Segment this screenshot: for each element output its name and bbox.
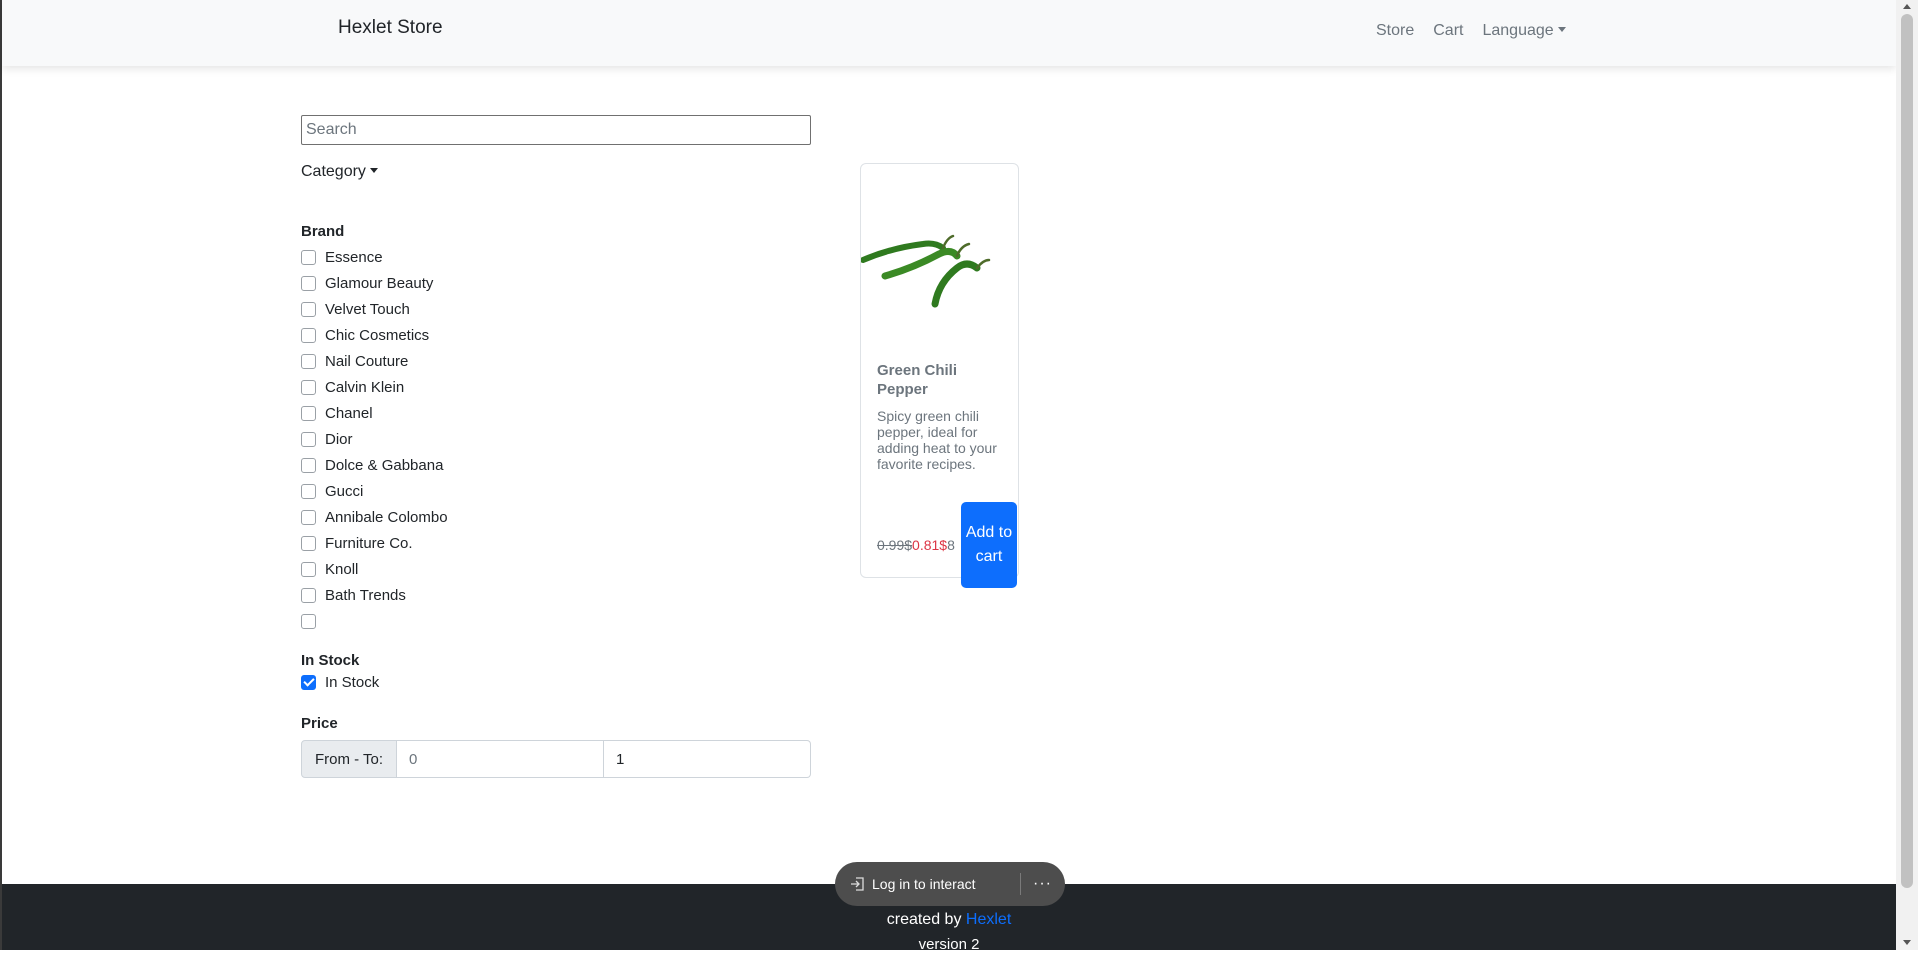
brand-label: Nail Couture bbox=[325, 352, 409, 370]
brand-label: Knoll bbox=[325, 560, 359, 578]
nav-cart-link[interactable]: Cart bbox=[1433, 22, 1463, 40]
vertical-scrollbar[interactable] bbox=[1896, 0, 1918, 950]
stock-title: In Stock bbox=[301, 652, 360, 669]
brand-label: Chanel bbox=[325, 404, 373, 422]
checkbox[interactable] bbox=[301, 587, 316, 603]
product-card: Green Chili Pepper Spicy green chili pep… bbox=[860, 163, 1019, 588]
brand-option[interactable]: Velvet Touch bbox=[301, 296, 811, 322]
checkbox[interactable] bbox=[301, 431, 316, 447]
add-to-cart-button[interactable]: Add to cart bbox=[961, 502, 1017, 588]
language-dropdown[interactable]: Language bbox=[1482, 22, 1566, 40]
brand-label: Dolce & Gabbana bbox=[325, 456, 444, 474]
green-chili-pepper-image[interactable] bbox=[861, 220, 991, 320]
scrollbar-thumb[interactable] bbox=[1901, 14, 1913, 888]
old-price: 0.99$ bbox=[877, 537, 913, 553]
brand-option[interactable]: Dolce & Gabbana bbox=[301, 452, 811, 478]
brand-label: Gucci bbox=[325, 482, 364, 500]
product-title: Green Chili Pepper bbox=[877, 362, 958, 398]
brand-list: Essence Glamour Beauty Velvet Touch Chic… bbox=[301, 244, 811, 634]
filters-sidebar: Category Brand Essence Glamour Beauty Ve… bbox=[301, 115, 811, 778]
window-edge bbox=[0, 0, 2, 950]
checkbox[interactable] bbox=[301, 327, 316, 343]
brand-option[interactable]: Essence bbox=[301, 244, 811, 270]
footer-version: version 2 bbox=[918, 936, 980, 953]
product-description: Spicy green chili pepper, ideal for addi… bbox=[877, 408, 997, 472]
brand-label: Glamour Beauty bbox=[325, 274, 434, 292]
checkbox[interactable] bbox=[301, 483, 316, 499]
brand-option[interactable]: Annibale Colombo bbox=[301, 504, 811, 530]
brand-option[interactable]: Knoll bbox=[301, 556, 811, 582]
price-range-group: From - To: 0 1 bbox=[301, 740, 811, 778]
checkbox[interactable] bbox=[301, 249, 316, 265]
brand-label: Bath Trends bbox=[325, 586, 406, 604]
more-dots-icon[interactable]: ··· bbox=[1033, 875, 1052, 893]
brand-label: Chic Cosmetics bbox=[325, 326, 430, 344]
price-from-input[interactable]: 0 bbox=[397, 740, 604, 778]
checkbox[interactable] bbox=[301, 535, 316, 551]
caret-down-icon bbox=[369, 168, 378, 173]
price-title: Price bbox=[301, 715, 338, 732]
brand-label: Velvet Touch bbox=[325, 300, 410, 318]
checkbox[interactable] bbox=[301, 613, 316, 629]
scroll-up-arrow-icon[interactable] bbox=[1903, 4, 1911, 9]
nav-store-link[interactable]: Store bbox=[1376, 22, 1414, 40]
brand-option[interactable]: Chanel bbox=[301, 400, 811, 426]
checkbox[interactable] bbox=[301, 509, 316, 525]
category-dropdown[interactable]: Category bbox=[301, 163, 811, 181]
brand-label: Annibale Colombo bbox=[325, 508, 448, 526]
login-overlay-pill: Log in to interact ··· bbox=[835, 862, 1065, 906]
footer-created-by: created by bbox=[886, 911, 962, 928]
search-input[interactable] bbox=[301, 115, 811, 145]
checkbox[interactable] bbox=[301, 379, 316, 395]
checkbox[interactable] bbox=[301, 405, 316, 421]
brand-option[interactable]: Nail Couture bbox=[301, 348, 811, 374]
category-label: Category bbox=[301, 163, 366, 180]
brand-option[interactable]: Chic Cosmetics bbox=[301, 322, 811, 348]
product-price: 0.99$0.81$8 bbox=[877, 537, 967, 553]
in-stock-option[interactable]: In Stock bbox=[301, 669, 811, 695]
language-label: Language bbox=[1482, 22, 1554, 39]
price-tail: 8 bbox=[947, 537, 955, 553]
brand-option[interactable] bbox=[301, 608, 811, 634]
footer-credit: created by Hexlet bbox=[2, 911, 1896, 929]
checkbox[interactable] bbox=[301, 561, 316, 577]
brand-label: Calvin Klein bbox=[325, 378, 405, 396]
checkbox[interactable] bbox=[301, 301, 316, 317]
brand-option[interactable]: Furniture Co. bbox=[301, 530, 811, 556]
price-to-input[interactable]: 1 bbox=[604, 740, 811, 778]
nav-links: Store Cart Language bbox=[1376, 22, 1566, 40]
brand-title: Brand bbox=[301, 223, 345, 240]
brand-option[interactable]: Gucci bbox=[301, 478, 811, 504]
brand-option[interactable]: Calvin Klein bbox=[301, 374, 811, 400]
login-to-interact-button[interactable]: Log in to interact bbox=[835, 876, 1010, 892]
brand-label: Furniture Co. bbox=[325, 534, 413, 552]
login-icon bbox=[851, 877, 864, 891]
brand-option[interactable]: Dior bbox=[301, 426, 811, 452]
caret-down-icon bbox=[1557, 27, 1566, 32]
scroll-down-arrow-icon[interactable] bbox=[1903, 940, 1911, 945]
checkbox[interactable] bbox=[301, 457, 316, 473]
brand-link[interactable]: Hexlet Store bbox=[338, 17, 443, 39]
navbar: Hexlet Store Store Cart Language bbox=[2, 0, 1896, 66]
price-range-label: From - To: bbox=[301, 740, 397, 778]
login-label: Log in to interact bbox=[872, 876, 976, 892]
checkbox-checked[interactable] bbox=[301, 674, 316, 690]
checkbox[interactable] bbox=[301, 275, 316, 291]
in-stock-label: In Stock bbox=[325, 673, 380, 691]
brand-option[interactable]: Glamour Beauty bbox=[301, 270, 811, 296]
brand-label: Dior bbox=[325, 430, 353, 448]
brand-option[interactable]: Bath Trends bbox=[301, 582, 811, 608]
sale-price: 0.81$ bbox=[912, 537, 948, 553]
footer-hexlet-link[interactable]: Hexlet bbox=[966, 911, 1011, 928]
checkbox[interactable] bbox=[301, 353, 316, 369]
pill-divider bbox=[1020, 873, 1021, 895]
brand-label: Essence bbox=[325, 248, 383, 266]
